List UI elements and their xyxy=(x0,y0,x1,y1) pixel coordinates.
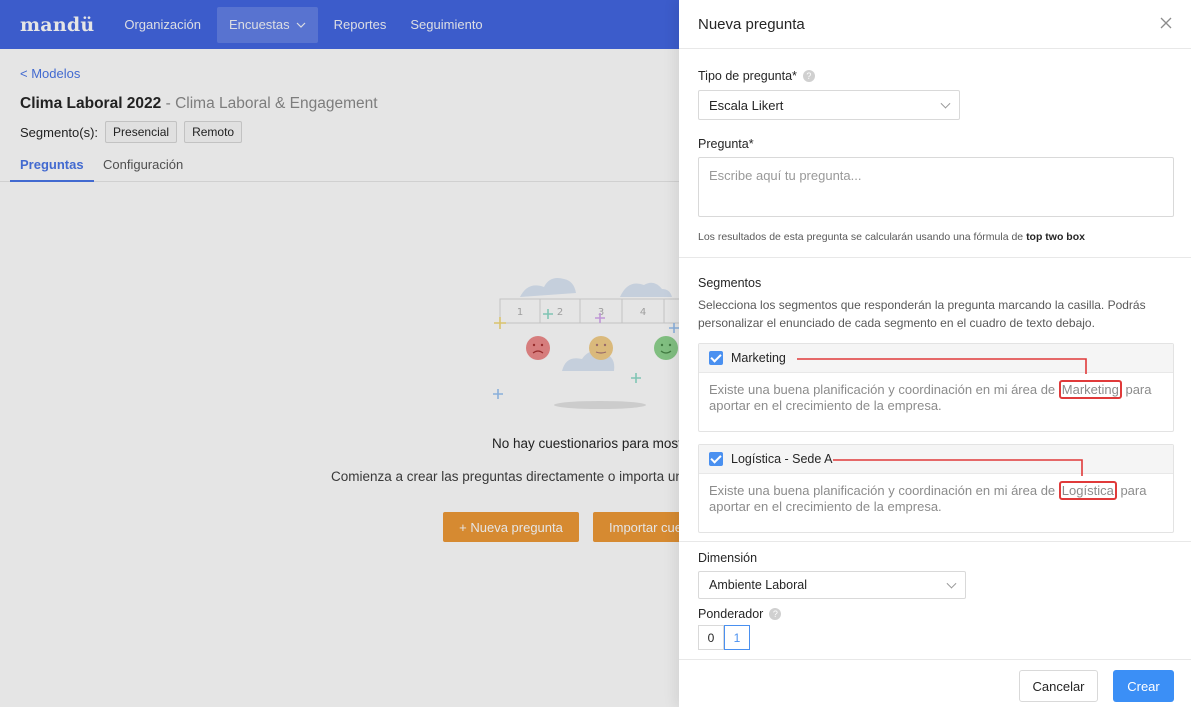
chevron-down-icon xyxy=(940,98,951,109)
question-type-value: Escala Likert xyxy=(709,97,784,113)
segments-section-title: Segmentos xyxy=(698,276,762,290)
highlighted-segment-name: Marketing xyxy=(1058,380,1122,399)
statement-text: Existe una buena planificación y coordin… xyxy=(709,382,1059,397)
divider xyxy=(679,541,1191,542)
segment-name: Marketing xyxy=(731,351,786,365)
segments-section-description: Selecciona los segmentos que responderán… xyxy=(698,298,1146,330)
new-question-drawer: Nueva pregunta Tipo de pregunta*? Escala… xyxy=(679,0,1191,707)
segment-checkbox-marketing[interactable] xyxy=(709,351,723,365)
weight-option-1[interactable]: 1 xyxy=(724,625,750,650)
segment-name: Logística - Sede A xyxy=(731,452,833,466)
cancel-button[interactable]: Cancelar xyxy=(1019,670,1098,702)
hint-text: Los resultados de esta pregunta se calcu… xyxy=(698,231,1027,243)
dimension-label: Dimensión xyxy=(698,551,758,565)
segment-statement-textarea[interactable]: Existe una buena planificación y coordin… xyxy=(699,474,1173,524)
segment-statement-textarea[interactable]: Existe una buena planificación y coordin… xyxy=(699,373,1173,423)
segment-card-header: Marketing xyxy=(699,344,1173,373)
segment-card-marketing: Marketing Existe una buena planificación… xyxy=(698,343,1174,432)
question-type-label-text: Tipo de pregunta* xyxy=(698,69,797,83)
drawer-overlay-mask[interactable] xyxy=(0,0,679,707)
segment-card-header: Logística - Sede A xyxy=(699,445,1173,474)
weight-label-text: Ponderador xyxy=(698,607,764,621)
close-icon[interactable] xyxy=(1158,15,1174,31)
drawer-title: Nueva pregunta xyxy=(698,15,805,33)
chevron-down-icon xyxy=(946,578,957,589)
statement-text: Existe una buena planificación y coordin… xyxy=(709,483,1059,498)
help-icon[interactable]: ? xyxy=(769,608,782,620)
help-icon[interactable]: ? xyxy=(802,70,815,82)
drawer-footer: Cancelar Crear xyxy=(679,659,1191,707)
weight-option-0[interactable]: 0 xyxy=(698,625,724,650)
segment-checkbox-logistica[interactable] xyxy=(709,452,723,466)
dimension-select[interactable]: Ambiente Laboral xyxy=(698,571,966,599)
weight-label: Ponderador? xyxy=(698,607,782,621)
question-label: Pregunta* xyxy=(698,137,754,151)
question-type-select[interactable]: Escala Likert xyxy=(698,90,960,120)
top-two-box-hint: Los resultados de esta pregunta se calcu… xyxy=(698,231,1085,243)
create-button[interactable]: Crear xyxy=(1113,670,1174,702)
divider xyxy=(679,257,1191,258)
segment-card-logistica: Logística - Sede A Existe una buena plan… xyxy=(698,444,1174,533)
dimension-value: Ambiente Laboral xyxy=(709,578,807,592)
drawer-header: Nueva pregunta xyxy=(679,0,1191,49)
weight-toggle: 0 1 xyxy=(698,625,750,650)
hint-bold: top two box xyxy=(1026,231,1085,243)
question-type-label: Tipo de pregunta*? xyxy=(698,69,815,83)
question-textarea[interactable]: Escribe aquí tu pregunta... xyxy=(698,157,1174,217)
highlighted-segment-name: Logística xyxy=(1058,481,1117,500)
